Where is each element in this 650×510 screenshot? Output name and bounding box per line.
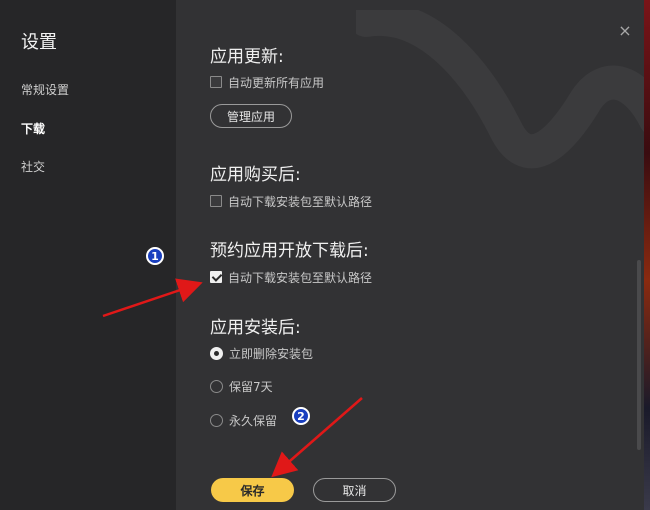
- annotation-arrows: [102, 278, 363, 478]
- annotation-arrow-1: [102, 278, 203, 318]
- annotation-badge-2: 2: [292, 407, 310, 425]
- annotation-badge-1: 1: [146, 247, 164, 265]
- annotation-arrow-2: [271, 397, 363, 478]
